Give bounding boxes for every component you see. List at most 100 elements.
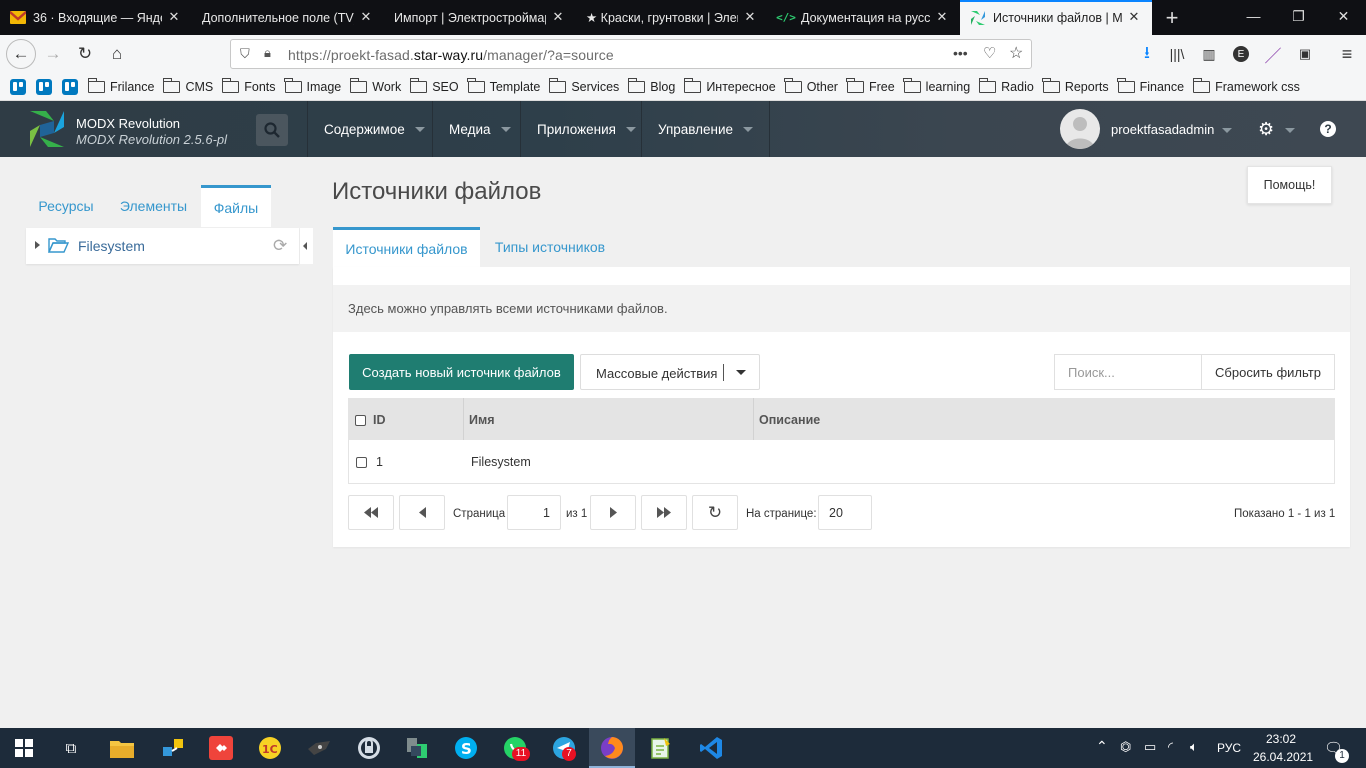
keepass-icon[interactable]: [355, 734, 383, 762]
help-icon[interactable]: ?: [1320, 121, 1336, 137]
tab-elements[interactable]: Элементы: [106, 185, 201, 227]
1c-icon[interactable]: 1С: [256, 734, 284, 762]
bookmark-folder[interactable]: Free: [846, 77, 895, 94]
bookmark-folder[interactable]: Framework css: [1192, 77, 1300, 94]
browser-tab[interactable]: Импорт | Электростроймаркет ✕: [384, 0, 576, 35]
chevron-down-icon[interactable]: [1285, 128, 1295, 133]
bookmark-folder[interactable]: Services: [548, 77, 619, 94]
bookmark-folder[interactable]: Work: [349, 77, 401, 94]
close-tab-icon[interactable]: ✕: [1126, 9, 1142, 25]
bookmark-star-icon[interactable]: ☆: [1009, 43, 1023, 63]
bookmark-folder[interactable]: Finance: [1117, 77, 1184, 94]
tab-files[interactable]: Файлы: [201, 185, 271, 227]
menu-apps[interactable]: Приложения: [520, 101, 652, 157]
reload-icon[interactable]: ↻: [70, 39, 100, 69]
bookmark-folder[interactable]: SEO: [409, 77, 459, 94]
battery-icon[interactable]: ▭: [1144, 739, 1156, 755]
pocket-icon[interactable]: ♡: [983, 44, 996, 62]
gear-icon[interactable]: ⚙: [1258, 119, 1274, 140]
clock-time[interactable]: 23:02: [1266, 732, 1296, 746]
table-row[interactable]: 1 Filesystem: [348, 440, 1335, 484]
search-icon[interactable]: [256, 114, 288, 146]
bookmark-folder[interactable]: CMS: [162, 77, 213, 94]
username[interactable]: proektfasadadmin: [1111, 122, 1214, 137]
bookmark-folder[interactable]: learning: [903, 77, 970, 94]
bookmark-folder[interactable]: Blog: [627, 77, 675, 94]
browser-tab-active[interactable]: Источники файлов | MODX ✕: [960, 0, 1152, 35]
close-window-icon[interactable]: ✕: [1321, 0, 1366, 32]
trello-icon[interactable]: [62, 78, 78, 95]
create-source-button[interactable]: Создать новый источник файлов: [349, 354, 574, 390]
home-icon[interactable]: ⌂: [102, 39, 132, 69]
chevron-down-icon[interactable]: [1222, 128, 1232, 133]
tree-item-filesystem[interactable]: Filesystem: [78, 238, 145, 254]
wifi-icon[interactable]: ◜: [1168, 739, 1173, 755]
download-icon[interactable]: ⭳: [1132, 39, 1162, 69]
browser-tab[interactable]: </> Документация на русском ✕: [768, 0, 960, 35]
db-app-icon[interactable]: [403, 734, 431, 762]
skype-icon[interactable]: S: [452, 734, 480, 762]
select-all-checkbox[interactable]: [355, 415, 366, 426]
anydesk-icon[interactable]: [207, 734, 235, 762]
first-page-button[interactable]: [348, 495, 394, 530]
extension-feather-icon[interactable]: ／: [1258, 39, 1288, 69]
trello-icon[interactable]: [10, 78, 26, 95]
last-page-button[interactable]: [641, 495, 687, 530]
hardware-icon[interactable]: ⏣: [1120, 739, 1131, 755]
volume-icon[interactable]: 🔈︎: [1190, 739, 1198, 755]
shield-icon[interactable]: ⛉: [240, 46, 250, 62]
modx-logo-icon[interactable]: [28, 109, 66, 149]
tab-source-types[interactable]: Типы источников: [480, 227, 620, 267]
column-name[interactable]: Имя: [469, 413, 495, 427]
menu-manage[interactable]: Управление: [641, 101, 771, 157]
close-tab-icon[interactable]: ✕: [550, 9, 566, 25]
new-tab-button[interactable]: +: [1152, 0, 1192, 35]
next-page-button[interactable]: [590, 495, 636, 530]
lock-icon[interactable]: 🔒︎: [264, 45, 271, 61]
minimize-icon[interactable]: —: [1231, 0, 1276, 32]
sidebar-icon[interactable]: ▥: [1194, 39, 1224, 69]
reset-filter-button[interactable]: Сбросить фильтр: [1201, 354, 1335, 390]
avatar[interactable]: [1060, 109, 1100, 149]
bookmark-folder[interactable]: Other: [784, 77, 838, 94]
bookmark-folder[interactable]: Fonts: [221, 77, 276, 94]
browser-tab[interactable]: Дополнительное поле (TV): ✕: [192, 0, 384, 35]
chevron-up-icon[interactable]: ⌃: [1096, 738, 1108, 755]
help-button[interactable]: Помощь!: [1247, 166, 1332, 204]
refresh-button[interactable]: ↻: [692, 495, 738, 530]
browser-tab[interactable]: 36 · Входящие — Яндекс.Почта ✕: [0, 0, 192, 35]
close-tab-icon[interactable]: ✕: [166, 9, 182, 25]
more-actions-icon[interactable]: •••: [953, 45, 968, 61]
notepad-icon[interactable]: [647, 734, 675, 762]
vscode-icon[interactable]: [697, 734, 725, 762]
forward-icon[interactable]: →: [38, 39, 68, 69]
menu-content[interactable]: Содержимое: [307, 101, 441, 157]
tab-file-sources[interactable]: Источники файлов: [333, 227, 480, 267]
bookmark-folder[interactable]: Интересное: [683, 77, 776, 94]
bookmark-folder[interactable]: Image: [284, 77, 341, 94]
column-description[interactable]: Описание: [759, 413, 820, 427]
prev-page-button[interactable]: [399, 495, 445, 530]
close-tab-icon[interactable]: ✕: [934, 9, 950, 25]
url-bar[interactable]: ⛉ 🔒︎ https://proekt-fasad.star-way.ru/ma…: [230, 39, 1032, 69]
expand-arrow-icon[interactable]: [35, 241, 40, 249]
column-id[interactable]: ID: [373, 413, 386, 427]
search-input[interactable]: Поиск...: [1054, 354, 1202, 390]
menu-icon[interactable]: ≡: [1332, 39, 1362, 69]
bookmark-folder[interactable]: Radio: [978, 77, 1034, 94]
row-checkbox[interactable]: [356, 457, 367, 468]
bookmark-folder[interactable]: Reports: [1042, 77, 1109, 94]
firefox-icon[interactable]: [598, 734, 626, 762]
per-page-input[interactable]: 20: [818, 495, 872, 530]
browser-tab[interactable]: ★ Краски, грунтовки | Электро ✕: [576, 0, 768, 35]
language-indicator[interactable]: РУС: [1217, 741, 1241, 755]
game-app-icon[interactable]: [305, 734, 333, 762]
extension-icon[interactable]: E: [1226, 39, 1256, 69]
url-text[interactable]: https://proekt-fasad.star-way.ru/manager…: [288, 47, 614, 63]
task-view-icon[interactable]: ⧉: [57, 734, 85, 762]
menu-media[interactable]: Медиа: [432, 101, 527, 157]
back-icon[interactable]: ←: [6, 39, 36, 69]
file-explorer-icon[interactable]: [108, 734, 136, 762]
bookmark-folder[interactable]: Template: [467, 77, 540, 94]
collapse-handle[interactable]: [300, 228, 313, 264]
